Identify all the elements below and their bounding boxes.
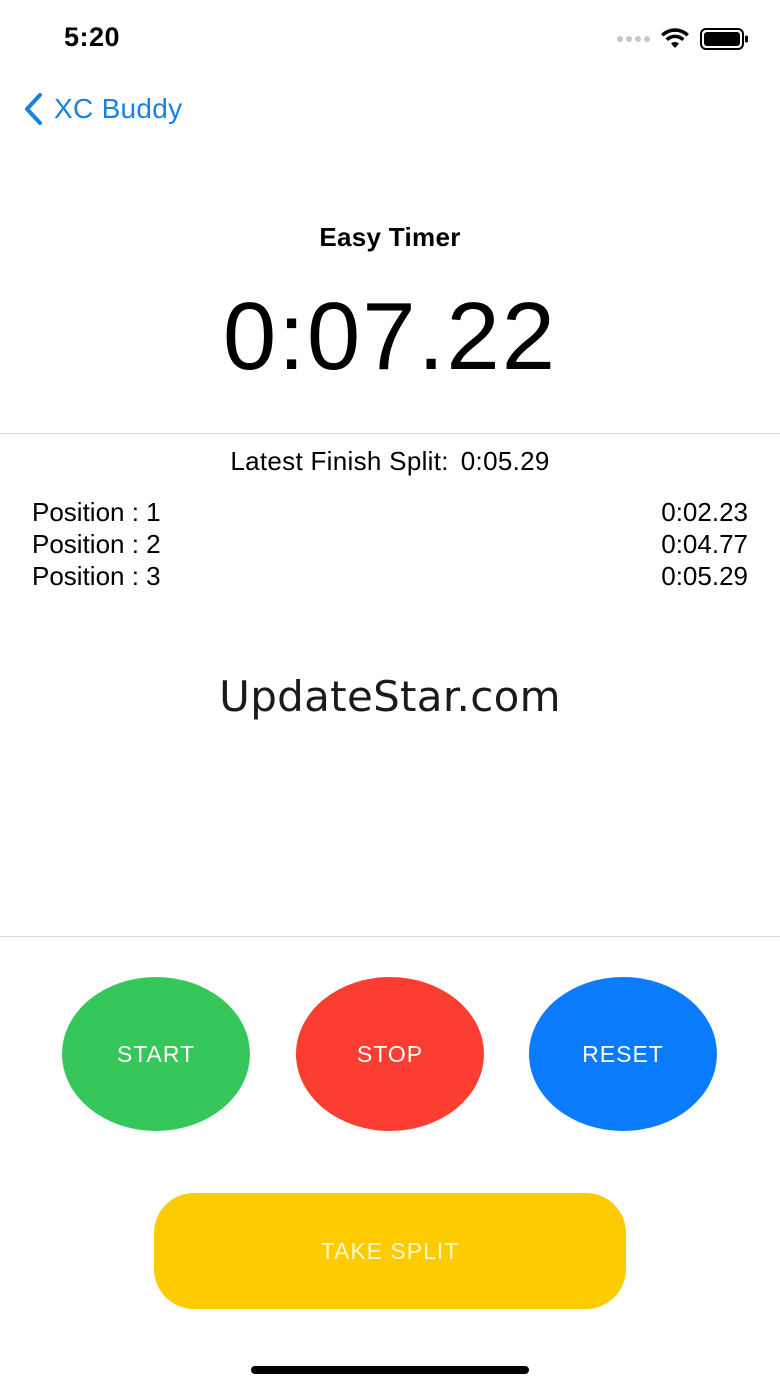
divider bbox=[0, 936, 780, 937]
latest-split-value: 0:05.29 bbox=[460, 446, 550, 476]
stop-button[interactable]: STOP bbox=[296, 977, 484, 1131]
split-time: 0:05.29 bbox=[661, 561, 748, 591]
chevron-left-icon bbox=[25, 93, 42, 125]
easy-timer-screen: 5:20 XC Buddy Easy Timer 0:07.22 Latest … bbox=[0, 0, 780, 1387]
battery-icon bbox=[700, 28, 748, 50]
reset-button[interactable]: RESET bbox=[529, 977, 717, 1131]
latest-finish-split: Latest Finish Split: 0:05.29 bbox=[0, 446, 780, 477]
split-time: 0:02.23 bbox=[661, 497, 748, 527]
start-button[interactable]: START bbox=[62, 977, 250, 1131]
timer-display: 0:07.22 bbox=[222, 283, 558, 390]
back-button-label: XC Buddy bbox=[54, 93, 183, 124]
latest-split-label: Latest Finish Split: bbox=[230, 446, 449, 476]
status-icons bbox=[617, 26, 750, 52]
splits-list: Position : 1 0:02.23 Position : 2 0:04.7… bbox=[32, 496, 748, 592]
take-split-button[interactable]: TAKE SPLIT bbox=[154, 1193, 626, 1309]
list-item: Position : 2 0:04.77 bbox=[32, 528, 748, 560]
home-indicator[interactable] bbox=[251, 1366, 529, 1374]
split-time: 0:04.77 bbox=[661, 529, 748, 559]
list-item: Position : 1 0:02.23 bbox=[32, 496, 748, 528]
page-title: Easy Timer bbox=[319, 222, 461, 252]
divider bbox=[0, 433, 780, 434]
watermark-text: UpdateStar.com bbox=[219, 672, 561, 721]
back-button[interactable]: XC Buddy bbox=[22, 88, 182, 130]
cellular-signal-icon bbox=[617, 36, 650, 42]
split-position: Position : 1 bbox=[32, 497, 161, 527]
list-item: Position : 3 0:05.29 bbox=[32, 560, 748, 592]
wifi-icon bbox=[661, 28, 689, 48]
status-time: 5:20 bbox=[64, 22, 121, 52]
split-position: Position : 2 bbox=[32, 529, 161, 559]
split-position: Position : 3 bbox=[32, 561, 161, 591]
